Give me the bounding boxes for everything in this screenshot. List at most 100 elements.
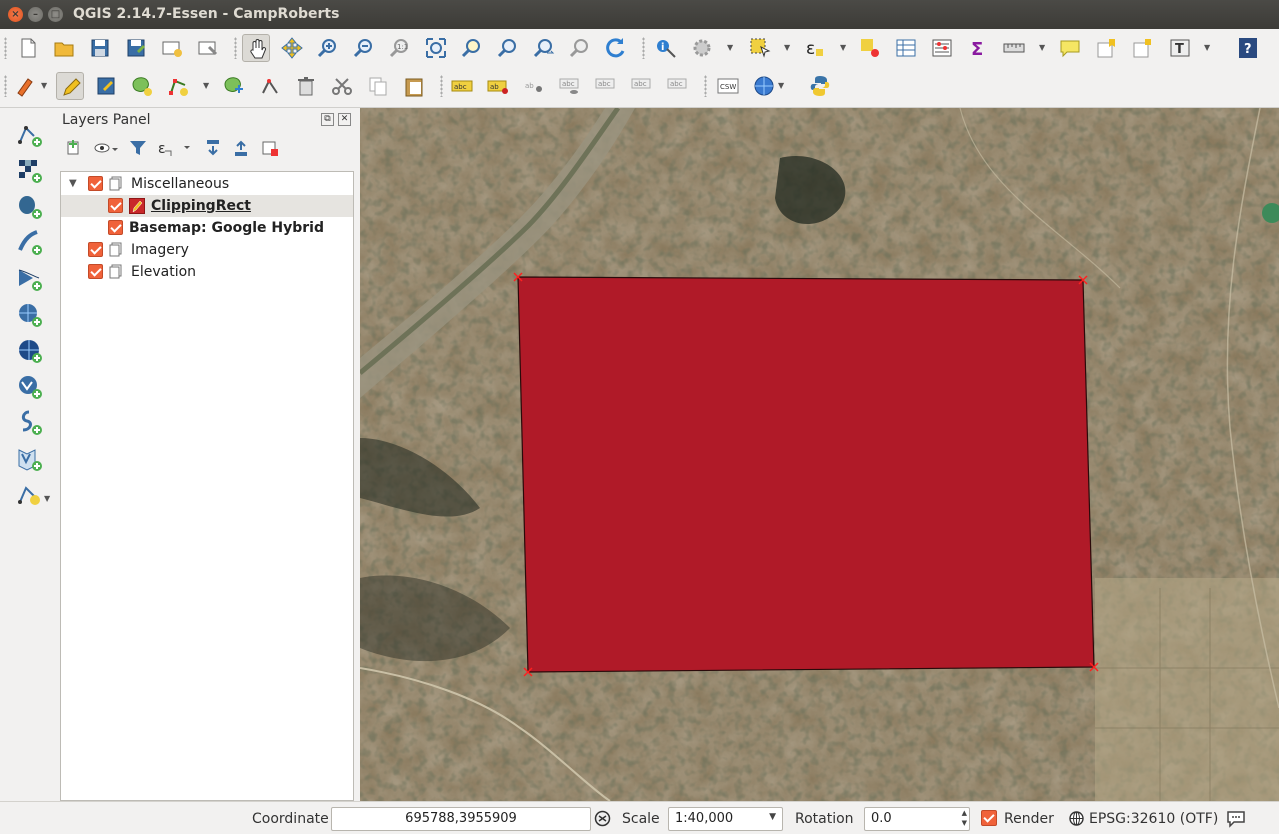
add-wcs-layer-icon[interactable] — [15, 336, 45, 366]
delete-selected-icon[interactable] — [292, 72, 320, 100]
zoom-full-icon[interactable] — [422, 34, 450, 62]
chevron-down-icon[interactable]: ▼ — [44, 494, 50, 503]
text-annotation-icon[interactable]: T — [1166, 34, 1194, 62]
scale-combobox[interactable]: 1:40,000 ▼ — [668, 807, 783, 831]
csw-icon[interactable]: CSW — [714, 72, 742, 100]
layer-visibility-checkbox[interactable] — [88, 242, 103, 257]
chevron-down-icon[interactable]: ▼ — [41, 81, 47, 90]
filter-legend-icon[interactable] — [128, 138, 152, 160]
chevron-down-icon[interactable]: ▼ — [1204, 43, 1210, 52]
layer-visibility-checkbox[interactable] — [108, 198, 123, 213]
highlight-pinned-labels-icon[interactable]: ab — [484, 72, 512, 100]
clipping-rect-polygon[interactable] — [517, 276, 1095, 673]
composer-manager-icon[interactable] — [194, 34, 222, 62]
add-group-icon[interactable] — [64, 138, 88, 160]
map-tips-icon[interactable] — [1056, 34, 1084, 62]
zoom-in-icon[interactable] — [314, 34, 342, 62]
add-spatialite-layer-icon[interactable] — [15, 228, 45, 258]
spin-arrows-icon[interactable]: ▲ ▼ — [962, 808, 967, 828]
layer-visibility-checkbox[interactable] — [88, 176, 103, 191]
layer-group-row[interactable]: ▼ Miscellaneous — [61, 173, 353, 195]
chevron-down-icon[interactable]: ▼ — [727, 43, 733, 52]
close-window-button[interactable]: × — [8, 7, 23, 22]
toolbar-grip[interactable] — [4, 37, 7, 59]
copy-features-icon[interactable] — [364, 72, 392, 100]
layer-group-row[interactable]: Elevation — [61, 261, 353, 283]
layer-visibility-checkbox[interactable] — [88, 264, 103, 279]
render-checkbox[interactable] — [981, 810, 997, 826]
maximize-window-button[interactable]: □ — [48, 7, 63, 22]
select-by-expression-icon[interactable]: ε — [800, 34, 828, 62]
close-panel-button[interactable]: ✕ — [338, 113, 351, 126]
rotation-spinbox[interactable]: 0.0 ▲ ▼ — [864, 807, 970, 831]
add-mssql-layer-icon[interactable] — [15, 264, 45, 294]
toggle-editing-icon[interactable] — [56, 72, 84, 100]
zoom-last-icon[interactable] — [530, 34, 558, 62]
new-project-icon[interactable] — [14, 34, 42, 62]
change-label-icon[interactable]: abc — [664, 72, 692, 100]
remove-layer-icon[interactable] — [260, 138, 284, 160]
zoom-to-layer-icon[interactable] — [494, 34, 522, 62]
new-shapefile-layer-icon[interactable] — [15, 480, 45, 510]
add-vector-layer-icon[interactable] — [15, 120, 45, 150]
add-wms-layer-icon[interactable] — [15, 300, 45, 330]
cut-features-icon[interactable] — [328, 72, 356, 100]
zoom-actual-size-icon[interactable]: 1:1 — [386, 34, 414, 62]
current-edits-icon[interactable] — [12, 72, 40, 100]
zoom-to-selection-icon[interactable] — [458, 34, 486, 62]
rotate-label-icon[interactable]: abc — [628, 72, 656, 100]
select-features-icon[interactable] — [746, 34, 774, 62]
filter-by-expression-icon[interactable]: ε — [156, 138, 190, 160]
help-icon[interactable]: ? — [1234, 34, 1262, 62]
save-layer-edits-icon[interactable] — [92, 72, 120, 100]
zoom-next-icon[interactable] — [566, 34, 594, 62]
chevron-down-icon[interactable]: ▼ — [769, 812, 776, 822]
pan-map-icon[interactable] — [242, 34, 270, 62]
python-console-icon[interactable] — [806, 72, 834, 100]
deselect-all-icon[interactable] — [856, 34, 884, 62]
run-feature-action-icon[interactable] — [688, 34, 716, 62]
field-calculator-icon[interactable]: Σ — [964, 34, 992, 62]
chevron-down-icon[interactable]: ▼ — [784, 43, 790, 52]
identify-icon[interactable]: i — [652, 34, 680, 62]
crs-label[interactable]: EPSG:32610 (OTF) — [1089, 811, 1218, 827]
float-panel-button[interactable]: ⧉ — [321, 113, 334, 126]
zoom-out-icon[interactable] — [350, 34, 378, 62]
pin-labels-icon[interactable]: ab — [520, 72, 548, 100]
expand-arrow-icon[interactable]: ▼ — [69, 178, 77, 189]
move-label-icon[interactable]: abc — [592, 72, 620, 100]
open-attribute-table-icon[interactable] — [892, 34, 920, 62]
coordinate-field[interactable]: 695788,3955909 — [331, 807, 591, 831]
expand-all-icon[interactable] — [204, 138, 228, 160]
metasearch-icon[interactable] — [750, 72, 778, 100]
toggle-extents-icon[interactable] — [594, 810, 611, 827]
pan-to-selection-icon[interactable] — [278, 34, 306, 62]
open-project-icon[interactable] — [50, 34, 78, 62]
label-tool-icon[interactable]: abc — [448, 72, 476, 100]
messages-icon[interactable] — [1226, 810, 1246, 828]
move-feature-icon[interactable] — [164, 72, 192, 100]
paste-features-icon[interactable] — [400, 72, 428, 100]
layer-group-row[interactable]: Imagery — [61, 239, 353, 261]
layer-row-selected[interactable]: ClippingRect — [61, 195, 353, 217]
collapse-all-icon[interactable] — [232, 138, 256, 160]
map-canvas[interactable] — [360, 108, 1279, 801]
save-as-icon[interactable] — [122, 34, 150, 62]
chevron-down-icon[interactable]: ▼ — [1039, 43, 1045, 52]
statistical-summary-icon[interactable] — [928, 34, 956, 62]
layer-visibility-checkbox[interactable] — [108, 220, 123, 235]
new-bookmark-icon[interactable] — [1092, 34, 1120, 62]
toolbar-grip[interactable] — [642, 37, 645, 59]
add-raster-layer-icon[interactable] — [15, 156, 45, 186]
add-postgis-layer-icon[interactable] — [15, 192, 45, 222]
vertex-editor-icon[interactable] — [256, 72, 284, 100]
measure-line-icon[interactable] — [1000, 34, 1028, 62]
add-virtual-layer-icon[interactable] — [15, 444, 45, 474]
crs-globe-icon[interactable] — [1069, 811, 1084, 826]
new-print-composer-icon[interactable] — [158, 34, 186, 62]
save-project-icon[interactable] — [86, 34, 114, 62]
add-feature-icon[interactable] — [128, 72, 156, 100]
manage-visibility-icon[interactable] — [94, 138, 118, 160]
node-tool-icon[interactable] — [220, 72, 248, 100]
toolbar-grip[interactable] — [234, 37, 237, 59]
